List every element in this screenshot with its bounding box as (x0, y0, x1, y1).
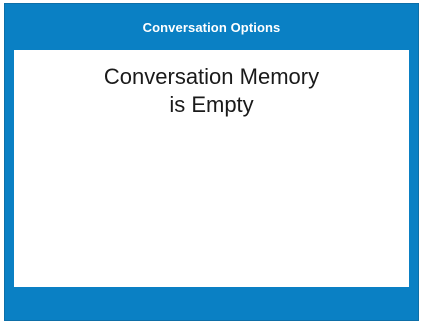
empty-memory-message-line-1: Conversation Memory (103, 64, 320, 89)
screen-frame: Conversation Options Conversation Memory… (4, 3, 419, 321)
header-bar: Conversation Options (5, 4, 418, 50)
empty-memory-message-line-2: is Empty (169, 92, 254, 117)
content-panel: Conversation Memory is Empty (14, 50, 409, 287)
footer-bar (5, 287, 418, 320)
screen-title: Conversation Options (142, 19, 281, 35)
